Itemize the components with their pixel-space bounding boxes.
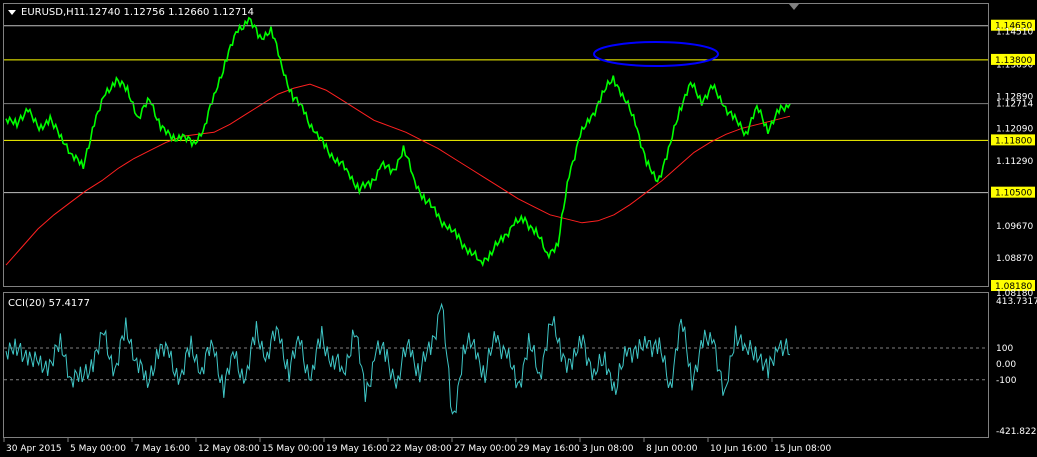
cci-header-label: CCI(20) 57.4177	[8, 298, 90, 309]
time-tick-4: 15 May 00:00	[262, 444, 324, 454]
ohlc-label: 1.12740 1.12756 1.12660 1.12714	[79, 7, 254, 18]
price-tick-5: 1.08870	[996, 254, 1033, 264]
time-tick-5: 19 May 16:00	[326, 444, 388, 454]
time-tick-12: 15 Jun 08:00	[774, 444, 831, 454]
level-label-3: 1.10500	[995, 189, 1032, 199]
chart-menu-triangle-icon[interactable]	[8, 10, 16, 15]
price-tick-3: 1.11290	[996, 157, 1033, 167]
time-tick-7: 27 May 00:00	[454, 444, 516, 454]
time-tick-8: 29 May 16:00	[518, 444, 580, 454]
cci-line	[5, 302, 791, 415]
cci-axis: 413.73171000.00-100-421.8225	[996, 297, 1037, 437]
level-labels: 1.146501.138001.118001.105001.08180	[991, 19, 1035, 292]
cci-tick-4: -421.8225	[996, 427, 1037, 437]
time-tick-0: 30 Apr 2015	[6, 444, 62, 454]
annotation-ellipse[interactable]	[593, 41, 719, 67]
current-price-label: 1.12714	[996, 100, 1033, 110]
symbol-label: EURUSD,H1	[21, 7, 80, 18]
horizontal-levels	[4, 25, 988, 194]
time-tick-3: 12 May 08:00	[198, 444, 260, 454]
cci-tick-3: -100	[996, 376, 1017, 386]
time-tick-10: 8 Jun 00:00	[646, 444, 698, 454]
time-axis: 30 Apr 2015 5 May 00:00 7 May 16:00 12 May …	[3, 438, 831, 454]
level-label-1: 1.13800	[995, 56, 1032, 66]
time-tick-2: 7 May 16:00	[134, 444, 190, 454]
price-axis: 1.136901.128901.120901.112901.096701.088…	[996, 60, 1033, 264]
time-tick-1: 5 May 00:00	[70, 444, 126, 454]
scroll-shift-marker-icon[interactable]	[789, 4, 799, 10]
cci-tick-1: 100	[996, 344, 1013, 354]
trading-chart[interactable]: EURUSD,H1 1.12740 1.12756 1.12660 1.1271…	[0, 0, 1037, 457]
level-label-2: 1.11800	[995, 136, 1032, 146]
time-tick-9: 3 Jun 08:00	[582, 444, 634, 454]
price-tick-2: 1.12090	[996, 125, 1033, 135]
price-tick-top: 1.14510	[996, 27, 1033, 37]
moving-average-line	[5, 83, 791, 266]
price-tick-bottom: 1.08180	[996, 289, 1033, 299]
cci-panel-frame	[3, 292, 989, 438]
price-tick-4: 1.09670	[996, 222, 1033, 232]
time-tick-11: 10 Jun 16:00	[710, 444, 767, 454]
price-line	[5, 16, 791, 268]
cci-tick-2: 0.00	[996, 360, 1016, 370]
time-tick-6: 22 May 08:00	[390, 444, 452, 454]
